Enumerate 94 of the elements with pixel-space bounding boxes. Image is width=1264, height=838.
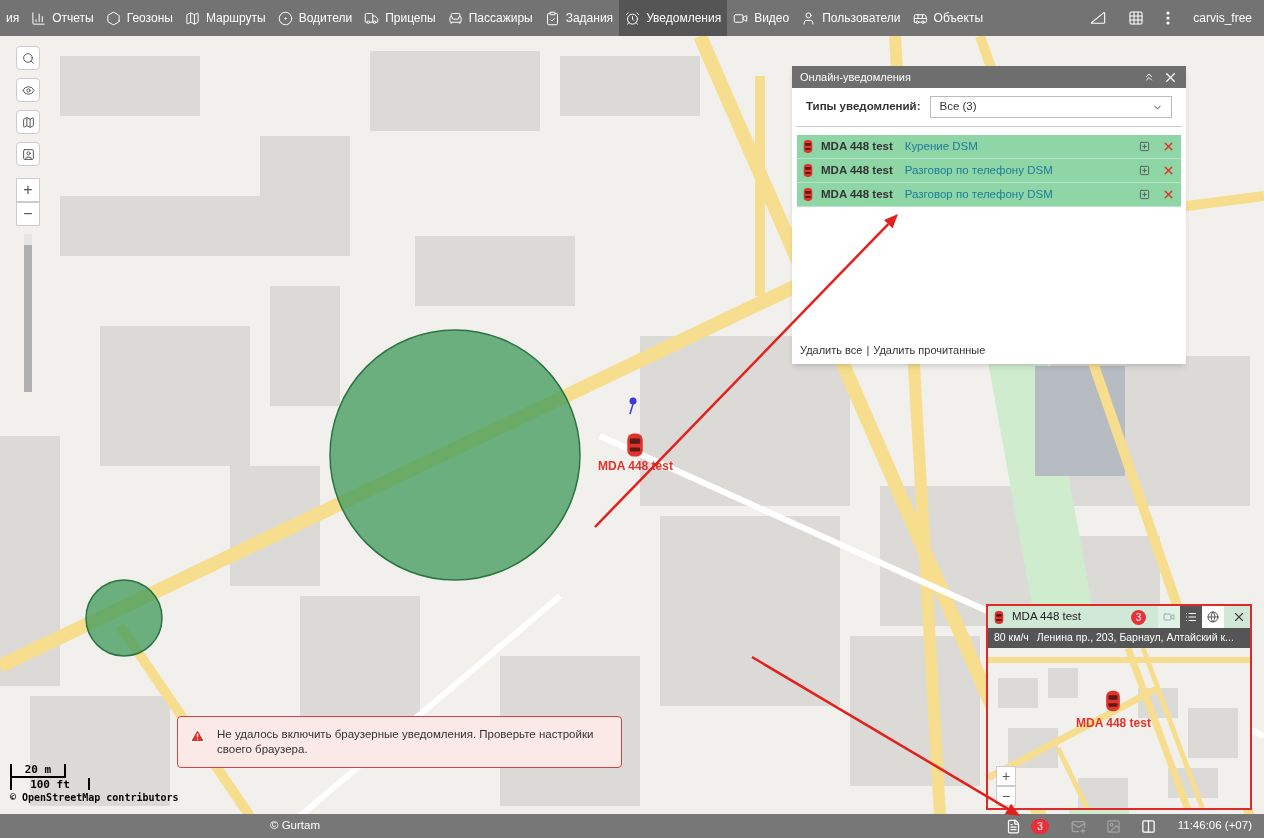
zoom-out-button[interactable]: −: [16, 202, 40, 226]
image-icon: [1105, 818, 1121, 834]
notification-event: Курение DSM: [904, 138, 979, 154]
car-icon: [803, 139, 813, 154]
clock-time: 11:46:06 (+07): [1177, 818, 1252, 834]
close-icon: [1162, 188, 1175, 201]
user-icon: [801, 10, 817, 26]
scale-imperial-label: 100 ft: [10, 778, 90, 790]
unit-window-title: MDA 448 test: [1012, 609, 1083, 625]
nav-tab[interactable]: Задания: [538, 0, 620, 36]
notification-row[interactable]: MDA 448 test Разговор по телефону DSM: [797, 183, 1181, 207]
expand-button[interactable]: [1139, 165, 1150, 176]
list-icon: [1185, 611, 1197, 623]
eye-button[interactable]: [16, 78, 40, 102]
contact-card-button[interactable]: [16, 142, 40, 166]
plus-square-icon: [1139, 141, 1150, 152]
wheel-icon: [277, 10, 293, 26]
chart-icon: [31, 10, 47, 26]
collapse-button[interactable]: [1143, 71, 1155, 83]
nav-tab[interactable]: Пассажиры: [441, 0, 539, 36]
nav-tab[interactable]: Водители: [271, 0, 359, 36]
search-icon: [21, 51, 35, 65]
delete-all-link[interactable]: Удалить все: [800, 341, 863, 358]
delete-read-link[interactable]: Удалить прочитанные: [873, 341, 986, 358]
filter-label: Типы уведомлений:: [806, 99, 921, 115]
polygon-icon: [105, 10, 121, 26]
car-icon: [803, 163, 813, 178]
notification-list-icon: [1006, 818, 1022, 834]
double-chevron-icon: [1143, 71, 1155, 83]
contact-card-icon: [21, 147, 35, 161]
close-icon: [1162, 164, 1175, 177]
unit-name: MDA 448 test: [821, 186, 893, 202]
user-menu[interactable]: carvis_free: [1181, 0, 1264, 36]
zoom-out-button[interactable]: −: [996, 786, 1016, 806]
delete-button[interactable]: [1162, 140, 1175, 153]
map-icon: [184, 10, 200, 26]
notification-count-badge: 3: [1131, 609, 1146, 625]
eye-icon: [21, 83, 35, 97]
unit-name: MDA 448 test: [821, 138, 893, 154]
layout-icon: [1140, 818, 1156, 834]
car-icon: [803, 187, 813, 202]
unit-label: MDA 448 test: [1076, 715, 1151, 732]
expand-button[interactable]: [1139, 189, 1150, 200]
notification-event: Разговор по телефону DSM: [904, 186, 1054, 202]
unit-name: MDA 448 test: [821, 162, 893, 178]
zoom-in-button[interactable]: +: [996, 766, 1016, 786]
notification-event: Разговор по телефону DSM: [904, 162, 1054, 178]
nav-tab[interactable]: Пользователи: [795, 0, 907, 36]
expand-button[interactable]: [1139, 141, 1150, 152]
notification-row[interactable]: MDA 448 test Разговор по телефону DSM: [797, 159, 1181, 183]
grid-icon: [1128, 10, 1145, 26]
error-message: Не удалось включить браузерные уведомления. Проверьте настройки своего браузера.: [217, 727, 595, 757]
nav-tab[interactable]: Маршруты: [178, 0, 272, 36]
notification-row[interactable]: MDA 448 test Курение DSM: [797, 135, 1181, 159]
plus-square-icon: [1139, 189, 1150, 200]
car-icon: [994, 609, 1004, 625]
nav-tab[interactable]: ия: [0, 0, 26, 36]
panel-title: Онлайн-уведомления: [800, 69, 912, 85]
map-icon: [21, 115, 35, 129]
nav-tab[interactable]: Уведомления: [619, 0, 728, 36]
address-text: Ленина пр., 203, Барнаул, Алтайский к...: [1036, 630, 1234, 646]
ruler-icon: [1090, 10, 1107, 26]
more-icon: [1166, 11, 1171, 25]
video-camera-icon: [1163, 611, 1175, 623]
globe-icon: [1207, 611, 1219, 623]
mail-icon: [1070, 818, 1086, 834]
nav-tab[interactable]: Объекты: [906, 0, 990, 36]
alarm-clock-icon: [625, 10, 641, 26]
close-icon: [1162, 140, 1175, 153]
unit-window-tab[interactable]: [1202, 606, 1224, 628]
map-button[interactable]: [16, 110, 40, 134]
notification-type-select[interactable]: Все (3): [930, 96, 1172, 118]
copyright-text: © Gurtam: [270, 818, 320, 834]
truck-icon: [364, 10, 380, 26]
nav-tab[interactable]: Геозоны: [99, 0, 179, 36]
nav-tab[interactable]: Прицепы: [358, 0, 442, 36]
delete-button[interactable]: [1162, 188, 1175, 201]
search-button[interactable]: [16, 46, 40, 70]
warning-icon: [190, 727, 205, 745]
plus-square-icon: [1139, 165, 1150, 176]
scale-metric-label: 20 m: [10, 764, 66, 778]
checklist-icon: [544, 10, 560, 26]
notification-count-badge: 3: [1031, 818, 1049, 834]
unit-window-tab[interactable]: [1180, 606, 1202, 628]
close-icon: [1232, 610, 1246, 624]
map-attribution: © OpenStreetMap contributors: [10, 791, 179, 805]
seat-icon: [447, 10, 463, 26]
nav-tab[interactable]: Видео: [727, 0, 796, 36]
nav-tab[interactable]: Отчеты: [25, 0, 100, 36]
location-pin-icon: [629, 397, 637, 415]
link-separator: |: [866, 342, 870, 358]
delete-button[interactable]: [1162, 164, 1175, 177]
zoom-in-button[interactable]: +: [16, 178, 40, 202]
speed-value: 80 км/ч: [994, 630, 1029, 646]
